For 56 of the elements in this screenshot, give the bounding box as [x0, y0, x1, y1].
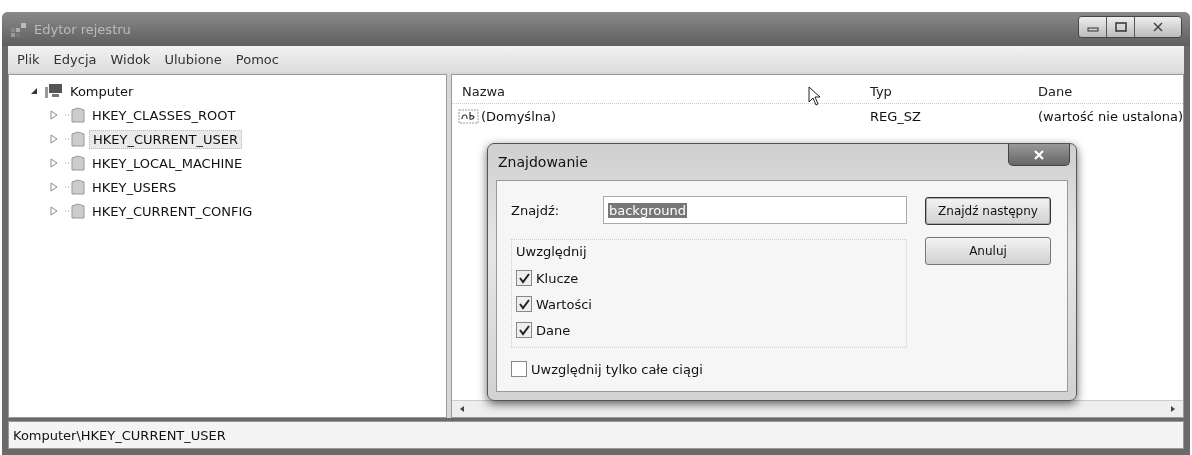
window-title: Edytor rejestru	[34, 21, 131, 37]
dialog-title: Znajdowanie	[497, 154, 588, 170]
checkbox-label[interactable]: Uwzględnij tylko całe ciągi	[531, 361, 703, 377]
tree-item[interactable]: Komputer	[67, 82, 137, 100]
find-label: Znajdź:	[511, 202, 561, 218]
string-value-icon	[457, 108, 480, 124]
table-cell-text: REG_SZ	[868, 108, 922, 124]
expand-arrow-icon[interactable]	[49, 134, 59, 144]
mouse-cursor-icon	[808, 86, 822, 106]
group-label: Uwzględnij	[516, 244, 588, 259]
menu-item[interactable]: Ulubione	[159, 49, 227, 69]
expand-arrow-icon[interactable]	[49, 206, 59, 216]
expand-arrow-icon[interactable]	[49, 110, 59, 120]
menu-item[interactable]: Edycja	[48, 49, 102, 69]
folder-icon	[64, 155, 86, 171]
checkbox[interactable]	[516, 322, 532, 338]
menu-item[interactable]: Pomoc	[230, 49, 284, 69]
folder-icon	[64, 179, 86, 195]
tree-item[interactable]: HKEY_LOCAL_MACHINE	[89, 154, 246, 172]
checkbox[interactable]	[516, 296, 532, 312]
expand-arrow-icon[interactable]	[49, 182, 59, 192]
tree-item[interactable]: HKEY_USERS	[89, 178, 180, 196]
tree-item[interactable]: HKEY_CLASSES_ROOT	[89, 106, 239, 124]
maximize-button[interactable]	[1107, 17, 1135, 37]
column-header[interactable]: Typ	[859, 83, 1028, 99]
dialog-button[interactable]: Anuluj	[925, 237, 1051, 265]
folder-icon	[64, 131, 86, 147]
horizontal-scrollbar[interactable]	[451, 400, 1183, 417]
tree-item[interactable]: HKEY_CURRENT_CONFIG	[89, 202, 256, 220]
table-cell: (Domyślna)	[480, 108, 557, 124]
scroll-right-icon[interactable]	[1169, 405, 1177, 413]
maximize-icon	[1114, 22, 1127, 32]
checkbox-label[interactable]: Dane	[536, 322, 571, 338]
find-input-field[interactable]: background	[603, 196, 907, 224]
registry-icon	[10, 21, 28, 37]
minimize-button[interactable]	[1079, 17, 1107, 37]
close-button[interactable]	[1008, 144, 1070, 166]
expand-arrow-icon[interactable]	[49, 158, 59, 168]
dialog-button[interactable]: Znajdź następny	[925, 197, 1051, 225]
computer-icon	[44, 83, 64, 99]
checkbox-label[interactable]: Klucze	[536, 270, 579, 286]
checkbox[interactable]	[511, 361, 527, 377]
table-cell-text: (wartość nie ustalona)	[1036, 108, 1183, 124]
column-header[interactable]: Nazwa	[451, 83, 860, 99]
close-icon	[1033, 149, 1045, 160]
checkbox-label[interactable]: Wartości	[536, 296, 592, 312]
menu-item[interactable]: Widok	[105, 49, 156, 69]
close-icon	[1152, 22, 1164, 32]
folder-icon	[64, 203, 86, 219]
folder-icon	[64, 107, 86, 123]
tree-item[interactable]: HKEY_CURRENT_USER	[89, 129, 242, 149]
menu-item[interactable]: Plik	[12, 49, 45, 69]
status-text: Komputer\HKEY_CURRENT_USER	[13, 427, 226, 443]
column-header[interactable]: Dane	[1027, 83, 1183, 99]
checkbox[interactable]	[516, 270, 532, 286]
collapse-arrow-icon[interactable]	[29, 86, 39, 96]
